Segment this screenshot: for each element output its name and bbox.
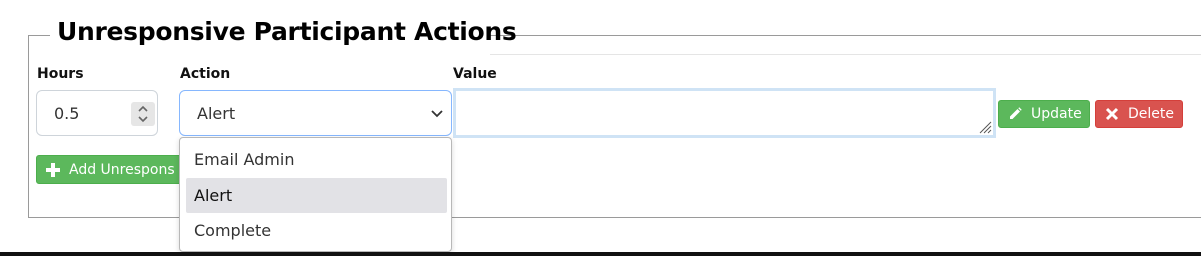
action-selected-value: Alert <box>197 104 236 123</box>
page-bottom-border <box>0 252 1201 256</box>
value-label: Value <box>453 66 497 82</box>
delete-label: Delete <box>1128 106 1174 122</box>
dropdown-option-email-admin[interactable]: Email Admin <box>186 142 447 177</box>
dropdown-option-complete[interactable]: Complete <box>186 213 447 248</box>
value-textarea[interactable] <box>453 88 996 138</box>
action-dropdown-menu: Email Admin Alert Complete <box>179 137 452 252</box>
x-icon <box>1105 107 1119 121</box>
hours-spinner[interactable] <box>131 102 155 126</box>
hours-input[interactable]: 0.5 <box>36 90 158 136</box>
delete-button[interactable]: Delete <box>1095 100 1183 128</box>
action-select[interactable]: Alert <box>179 90 452 136</box>
add-label: Add Unrespons <box>69 161 175 178</box>
dropdown-option-alert[interactable]: Alert <box>186 178 447 213</box>
update-label: Update <box>1031 106 1082 122</box>
option-label: Email Admin <box>194 150 295 169</box>
hours-label: Hours <box>37 66 84 82</box>
resize-grip-icon[interactable] <box>978 120 992 134</box>
hours-value: 0.5 <box>54 104 80 123</box>
update-button[interactable]: Update <box>998 100 1090 128</box>
pencil-icon <box>1010 107 1022 119</box>
option-label: Complete <box>194 221 272 240</box>
plus-icon <box>46 162 60 177</box>
title-divider <box>490 54 1201 55</box>
action-label: Action <box>180 66 231 82</box>
chevron-down-icon <box>431 110 443 118</box>
option-label: Alert <box>194 186 233 205</box>
spinner-arrows-icon <box>138 105 148 123</box>
section-title: Unresponsive Participant Actions <box>57 17 517 46</box>
add-unresponsive-action-button[interactable]: Add Unrespons <box>36 155 186 184</box>
